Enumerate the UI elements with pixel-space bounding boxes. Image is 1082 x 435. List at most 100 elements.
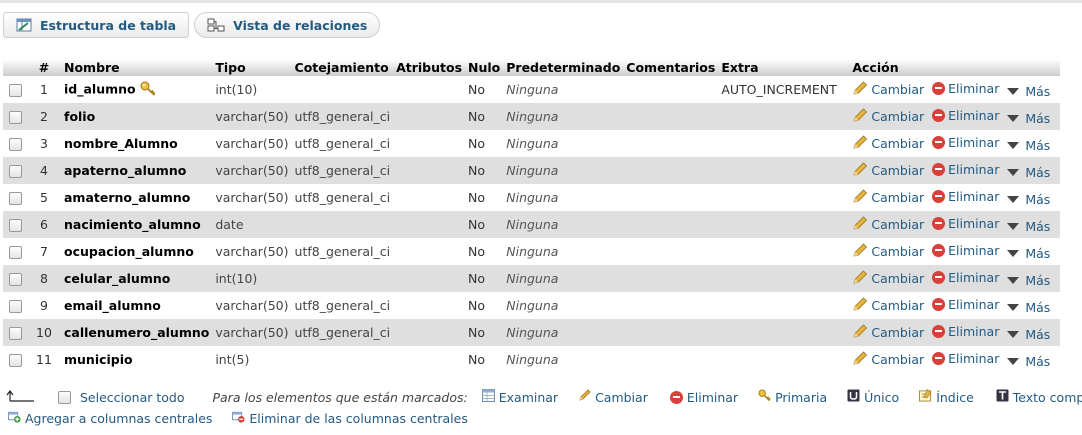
- drop-label: Eliminar: [948, 188, 1000, 204]
- chevron-down-icon: [1007, 330, 1020, 338]
- drop-column-button[interactable]: Eliminar: [932, 270, 999, 285]
- column-type: int(10): [212, 76, 292, 103]
- change-column-button[interactable]: Cambiar: [852, 269, 924, 287]
- row-checkbox[interactable]: [8, 111, 22, 124]
- drop-column-button[interactable]: Eliminar: [932, 108, 999, 123]
- more-dropdown[interactable]: Más: [1007, 273, 1050, 288]
- chevron-down-icon: [1007, 141, 1020, 149]
- drop-icon: [932, 351, 946, 365]
- header-default[interactable]: Predeterminado: [503, 59, 624, 76]
- column-default: Ninguna: [503, 103, 624, 130]
- drop-column-button[interactable]: Eliminar: [932, 189, 999, 204]
- row-checkbox[interactable]: [8, 138, 22, 151]
- more-dropdown[interactable]: Más: [1007, 327, 1050, 342]
- more-label: Más: [1025, 245, 1051, 261]
- table-row: 8 celular_alumno int(10) No Ninguna Cambiar El…: [3, 265, 1061, 292]
- column-extra: [718, 319, 850, 346]
- more-dropdown[interactable]: Más: [1007, 84, 1050, 99]
- change-column-button[interactable]: Cambiar: [852, 215, 924, 233]
- header-type[interactable]: Tipo: [212, 59, 292, 76]
- bulk-drop-button[interactable]: Eliminar: [669, 390, 738, 405]
- change-column-button[interactable]: Cambiar: [852, 161, 925, 179]
- change-column-button[interactable]: Cambiar: [852, 107, 924, 125]
- column-type: int(5): [212, 346, 292, 373]
- bulk-browse-button[interactable]: Examinar: [481, 389, 558, 405]
- change-column-button[interactable]: Cambiar: [852, 188, 925, 206]
- drop-icon: [932, 162, 946, 176]
- column-attributes: [393, 130, 466, 157]
- bulk-index-button[interactable]: Índice: [919, 389, 974, 405]
- more-dropdown[interactable]: Más: [1007, 246, 1050, 261]
- drop-column-button[interactable]: Eliminar: [932, 135, 999, 150]
- select-all-link[interactable]: Seleccionar todo: [80, 390, 184, 405]
- change-label: Cambiar: [871, 81, 925, 97]
- chevron-down-icon: [1007, 249, 1020, 257]
- drop-column-button[interactable]: Eliminar: [932, 243, 999, 258]
- header-name[interactable]: Nombre: [61, 59, 213, 76]
- drop-column-button[interactable]: Eliminar: [932, 81, 999, 96]
- column-name-text: folio: [64, 109, 96, 124]
- row-checkbox[interactable]: [8, 246, 22, 259]
- change-column-button[interactable]: Cambiar: [852, 323, 924, 341]
- column-attributes: [393, 319, 466, 346]
- primary-key-icon: [140, 81, 156, 99]
- row-checkbox[interactable]: [8, 219, 22, 232]
- tab-relation-view[interactable]: Vista de relaciones: [194, 12, 381, 38]
- column-extra: [718, 157, 850, 184]
- header-checkbox: [3, 59, 27, 76]
- change-label: Cambiar: [871, 189, 925, 205]
- add-central-label: Agregar a columnas centrales: [25, 410, 213, 426]
- row-checkbox[interactable]: [8, 300, 22, 313]
- row-checkbox[interactable]: [8, 327, 22, 340]
- table-row: 2 folio varchar(50) utf8_general_ci No Ningun…: [3, 103, 1061, 130]
- remove-central-columns-link[interactable]: Eliminar de las columnas centrales: [232, 410, 468, 426]
- index-icon: [919, 389, 932, 405]
- column-name: callenumero_alumno: [61, 319, 213, 346]
- drop-column-button[interactable]: Eliminar: [932, 324, 999, 339]
- bulk-change-button[interactable]: Cambiar: [578, 389, 648, 405]
- row-checkbox[interactable]: [8, 84, 22, 97]
- change-column-button[interactable]: Cambiar: [852, 80, 925, 98]
- drop-column-button[interactable]: Eliminar: [932, 216, 999, 231]
- more-dropdown[interactable]: Más: [1007, 300, 1050, 315]
- drop-column-button[interactable]: Eliminar: [932, 297, 999, 312]
- header-null[interactable]: Nulo: [465, 59, 504, 76]
- bulk-unique-button[interactable]: Único: [847, 389, 899, 405]
- change-column-button[interactable]: Cambiar: [852, 242, 924, 260]
- bulk-primary-button[interactable]: Primaria: [758, 389, 827, 405]
- header-extra[interactable]: Extra: [718, 59, 850, 76]
- column-attributes: [393, 238, 466, 265]
- change-label: Cambiar: [595, 389, 648, 405]
- tab-table-structure[interactable]: Estructura de tabla: [3, 12, 190, 38]
- row-checkbox[interactable]: [8, 273, 22, 286]
- more-dropdown[interactable]: Más: [1007, 354, 1050, 369]
- drop-column-button[interactable]: Eliminar: [932, 351, 999, 366]
- bulk-fulltext-button[interactable]: Texto completo: [996, 389, 1082, 405]
- header-attributes[interactable]: Atributos: [393, 59, 466, 76]
- column-name-text: amaterno_alumno: [64, 190, 191, 205]
- column-type: varchar(50): [212, 184, 292, 211]
- header-collation[interactable]: Cotejamiento: [291, 59, 394, 76]
- pencil-icon: [852, 161, 868, 179]
- more-dropdown[interactable]: Más: [1007, 138, 1050, 153]
- row-num: 2: [27, 103, 61, 130]
- more-dropdown[interactable]: Más: [1007, 165, 1050, 180]
- select-all-checkbox[interactable]: [58, 390, 71, 404]
- more-dropdown[interactable]: Más: [1007, 192, 1050, 207]
- more-dropdown[interactable]: Más: [1007, 219, 1050, 234]
- header-comments[interactable]: Comentarios: [623, 59, 719, 76]
- row-num: 11: [27, 346, 61, 373]
- more-label: Más: [1025, 110, 1051, 126]
- row-checkbox[interactable]: [8, 165, 22, 178]
- column-attributes: [393, 157, 466, 184]
- row-checkbox[interactable]: [8, 192, 22, 205]
- change-column-button[interactable]: Cambiar: [852, 296, 924, 314]
- more-dropdown[interactable]: Más: [1007, 111, 1050, 126]
- change-label: Cambiar: [871, 162, 925, 178]
- add-central-columns-link[interactable]: Agregar a columnas centrales: [8, 410, 212, 426]
- row-checkbox[interactable]: [8, 354, 22, 367]
- change-column-button[interactable]: Cambiar: [852, 350, 924, 368]
- column-name-text: apaterno_alumno: [64, 163, 187, 178]
- change-column-button[interactable]: Cambiar: [852, 134, 924, 152]
- drop-column-button[interactable]: Eliminar: [932, 162, 999, 177]
